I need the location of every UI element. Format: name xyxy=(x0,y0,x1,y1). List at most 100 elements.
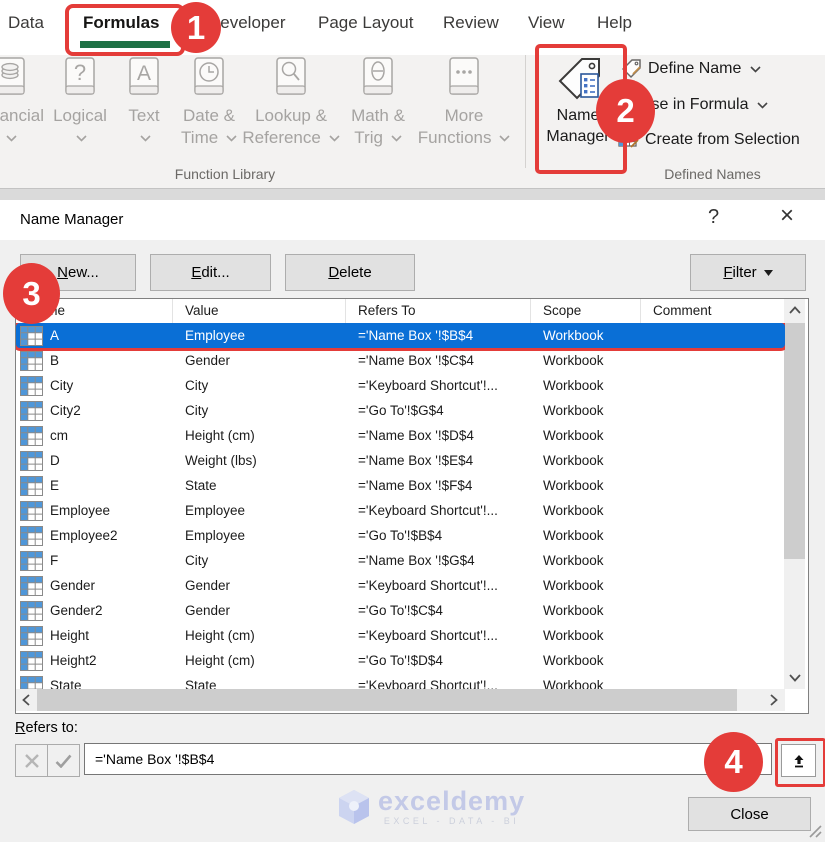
column-header-value[interactable]: Value xyxy=(173,299,346,323)
chevron-down-icon xyxy=(76,135,87,142)
defined-name-icon xyxy=(20,426,43,446)
vertical-scroll-thumb[interactable] xyxy=(784,323,805,559)
scroll-down-icon[interactable] xyxy=(784,667,805,689)
tab-data[interactable]: Data xyxy=(8,13,44,33)
defined-name-icon xyxy=(20,526,43,546)
name-cell: A xyxy=(16,326,173,346)
scope-cell: Workbook xyxy=(531,553,641,568)
annotation-circle-2: 2 xyxy=(596,79,655,143)
filter-button[interactable]: Filter xyxy=(690,254,806,291)
chevron-down-icon xyxy=(499,135,510,142)
defined-name-icon xyxy=(20,401,43,421)
scope-cell: Workbook xyxy=(531,678,641,689)
table-row[interactable]: Employee Employee ='Keyboard Shortcut'!.… xyxy=(16,498,785,523)
dropdown-arrow-icon xyxy=(764,270,773,276)
table-row[interactable]: Gender Gender ='Keyboard Shortcut'!... W… xyxy=(16,573,785,598)
watermark-tagline: EXCEL - DATA - BI xyxy=(378,817,525,826)
chevron-down-icon xyxy=(750,66,761,73)
horizontal-scroll-thumb[interactable] xyxy=(37,689,737,711)
annotation-circle-3: 3 xyxy=(3,263,60,324)
svg-text:A: A xyxy=(137,62,151,85)
commit-edit-button[interactable] xyxy=(47,744,80,777)
edit-button[interactable]: Edit... xyxy=(150,254,271,291)
column-header-refers-to[interactable]: Refers To xyxy=(346,299,531,323)
screenshot-root: Data Formulas Developer Page Layout Revi… xyxy=(0,0,825,842)
table-row[interactable]: F City ='Name Box '!$G$4 Workbook xyxy=(16,548,785,573)
annotation-circle-4: 4 xyxy=(704,732,763,792)
value-cell: City xyxy=(173,553,346,568)
close-icon[interactable]: × xyxy=(780,202,794,230)
group-label-defined-names: Defined Names xyxy=(630,166,795,182)
table-row[interactable]: Height Height (cm) ='Keyboard Shortcut'!… xyxy=(16,623,785,648)
refers-to-cell: ='Keyboard Shortcut'!... xyxy=(346,678,531,689)
table-row[interactable]: Height2 Height (cm) ='Go To'!$D$4 Workbo… xyxy=(16,648,785,673)
refers-to-label: Refers to: xyxy=(15,720,78,736)
tab-help[interactable]: Help xyxy=(597,13,632,33)
table-row[interactable]: Gender2 Gender ='Go To'!$C$4 Workbook xyxy=(16,598,785,623)
more-functions-book-icon xyxy=(449,57,479,99)
column-header-scope[interactable]: Scope xyxy=(531,299,641,323)
scope-cell: Workbook xyxy=(531,503,641,518)
refers-to-cell: ='Name Box '!$E$4 xyxy=(346,453,531,468)
scope-cell: Workbook xyxy=(531,353,641,368)
help-icon[interactable]: ? xyxy=(708,206,719,229)
group-label-function-library: Function Library xyxy=(150,166,300,182)
names-listview: Name Value Refers To Scope Comment A Emp… xyxy=(15,298,809,714)
magnifier-book-icon xyxy=(276,57,306,99)
close-button[interactable]: Close xyxy=(688,797,811,831)
name-cell: Height2 xyxy=(16,651,173,671)
defined-name-icon xyxy=(20,601,43,621)
table-row[interactable]: A Employee ='Name Box '!$B$4 Workbook xyxy=(16,323,785,348)
chevron-down-icon xyxy=(391,135,402,142)
table-row[interactable]: State State ='Keyboard Shortcut'!... Wor… xyxy=(16,673,785,689)
scroll-right-icon[interactable] xyxy=(764,689,784,711)
resize-grip[interactable] xyxy=(804,820,822,838)
defined-name-icon xyxy=(20,551,43,571)
value-cell: Gender xyxy=(173,603,346,618)
name-cell: City xyxy=(16,376,173,396)
name-cell: B xyxy=(16,351,173,371)
scroll-left-icon[interactable] xyxy=(16,689,36,711)
defined-name-icon xyxy=(20,501,43,521)
value-cell: Employee xyxy=(173,328,346,343)
table-row[interactable]: cm Height (cm) ='Name Box '!$D$4 Workboo… xyxy=(16,423,785,448)
ribbon-group-separator xyxy=(525,55,526,168)
table-row[interactable]: B Gender ='Name Box '!$C$4 Workbook xyxy=(16,348,785,373)
name-list: A Employee ='Name Box '!$B$4 Workbook B … xyxy=(16,323,785,689)
value-cell: Height (cm) xyxy=(173,653,346,668)
column-header-comment[interactable]: Comment xyxy=(641,299,785,323)
name-manager-dialog: Name Manager ? × New... Edit... Delete F… xyxy=(0,200,825,842)
exceldemy-logo-icon xyxy=(338,789,370,825)
ribbon-button-use-in-formula[interactable]: Use in Formula xyxy=(640,96,768,114)
defined-name-icon xyxy=(20,326,43,346)
table-row[interactable]: E State ='Name Box '!$F$4 Workbook xyxy=(16,473,785,498)
table-row[interactable]: City City ='Keyboard Shortcut'!... Workb… xyxy=(16,373,785,398)
delete-button[interactable]: Delete xyxy=(285,254,415,291)
tab-view[interactable]: View xyxy=(528,13,565,33)
exceldemy-watermark: exceldemy EXCEL - DATA - BI xyxy=(338,788,525,826)
horizontal-scrollbar[interactable] xyxy=(16,689,785,711)
tab-page-layout[interactable]: Page Layout xyxy=(318,13,413,33)
ribbon-button-define-name[interactable]: Define Name xyxy=(622,59,761,79)
value-cell: Employee xyxy=(173,528,346,543)
table-row[interactable]: D Weight (lbs) ='Name Box '!$E$4 Workboo… xyxy=(16,448,785,473)
name-cell: F xyxy=(16,551,173,571)
refers-to-input[interactable]: ='Name Box '!$B$4 xyxy=(84,743,772,775)
table-row[interactable]: Employee2 Employee ='Go To'!$B$4 Workboo… xyxy=(16,523,785,548)
annotation-circle-1: 1 xyxy=(171,2,221,53)
scroll-up-icon[interactable] xyxy=(784,299,805,321)
scope-cell: Workbook xyxy=(531,653,641,668)
cancel-edit-button[interactable] xyxy=(15,744,48,777)
chevron-down-icon xyxy=(6,135,17,142)
table-row[interactable]: City2 City ='Go To'!$G$4 Workbook xyxy=(16,398,785,423)
tab-review[interactable]: Review xyxy=(443,13,499,33)
vertical-scrollbar[interactable] xyxy=(784,299,805,689)
check-icon xyxy=(55,754,72,768)
refers-to-cell: ='Go To'!$C$4 xyxy=(346,603,531,618)
dialog-titlebar[interactable]: Name Manager ? × xyxy=(0,200,825,240)
ribbon-button-more-functions[interactable]: More Functions xyxy=(409,57,519,149)
scope-cell: Workbook xyxy=(531,453,641,468)
name-cell: Gender2 xyxy=(16,601,173,621)
refers-to-cell: ='Name Box '!$D$4 xyxy=(346,428,531,443)
scope-cell: Workbook xyxy=(531,328,641,343)
